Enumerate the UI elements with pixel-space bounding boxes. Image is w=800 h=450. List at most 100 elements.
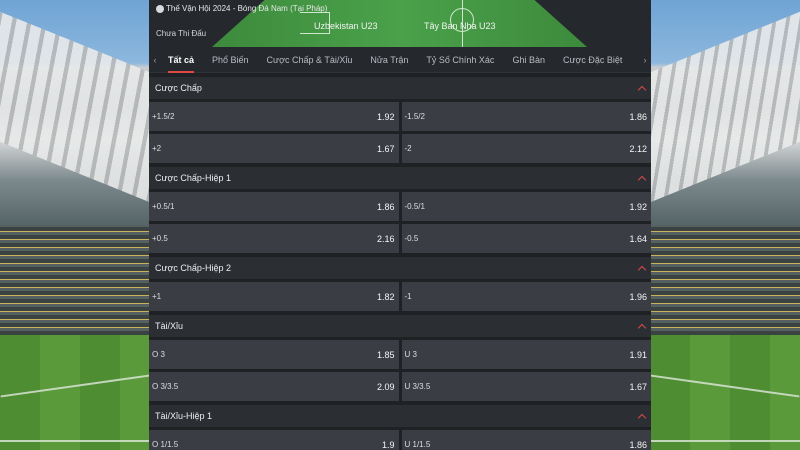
market-section-header[interactable]: Tài/Xỉu <box>149 315 651 337</box>
market-title: Tài/Xỉu-Hiệp 1 <box>155 411 213 421</box>
odds-row: +1.5/2 1.92 -1.5/2 1.86 <box>149 102 651 131</box>
odds-button[interactable]: O 1/1.5 1.9 <box>149 430 399 450</box>
odds-value: 1.9 <box>381 439 395 450</box>
odds-row: O 3/3.5 2.09 U 3/3.5 1.67 <box>149 372 651 401</box>
away-team: Tây Ban Nha U23 <box>424 21 496 31</box>
tab-item[interactable]: Ghi Bàn <box>503 47 554 73</box>
pitch-line <box>0 440 150 442</box>
odds-button[interactable]: O 3/3.5 2.09 <box>149 372 399 401</box>
odds-button[interactable]: +1.5/2 1.92 <box>149 102 399 131</box>
chevron-up-icon[interactable] <box>637 323 647 332</box>
odds-button[interactable]: U 1/1.5 1.86 <box>401 430 651 450</box>
odds-value: 1.67 <box>376 143 395 154</box>
tab-item[interactable]: Phổ Biến <box>203 47 258 73</box>
odds-row: +0.5/1 1.86 -0.5/1 1.92 <box>149 192 651 221</box>
odds-value: 1.91 <box>629 349 647 360</box>
tab-item[interactable]: Tất cả <box>159 47 203 73</box>
home-team: Uzbekistan U23 <box>314 21 378 31</box>
penalty-box-right <box>594 12 624 34</box>
selection-label: O 3/3.5 <box>152 382 179 391</box>
tab-item[interactable]: Nửa Trận <box>361 47 417 73</box>
odds-value: 1.64 <box>629 233 647 244</box>
stadium-left-side <box>0 0 150 450</box>
selection-label: +1.5/2 <box>152 112 175 121</box>
odds-button[interactable]: +0.5 2.16 <box>149 224 399 253</box>
selection-label: -1 <box>404 292 412 301</box>
stadium-pitch <box>650 335 800 450</box>
match-header: Thế Vận Hội 2024 - Bóng Đá Nam (Tại Pháp… <box>149 0 651 47</box>
odds-value: 1.82 <box>376 291 395 302</box>
competition-name: Thế Vận Hội 2024 - Bóng Đá Nam (Tại Pháp… <box>166 4 328 13</box>
selection-label: -0.5 <box>404 234 419 243</box>
odds-value: 1.96 <box>629 291 647 302</box>
tab-item[interactable]: Tỷ Số Chính Xác <box>417 47 503 73</box>
selection-label: -0.5/1 <box>404 202 425 211</box>
competition-title: Thế Vận Hội 2024 - Bóng Đá Nam (Tại Pháp… <box>156 4 327 13</box>
odds-value: 2.16 <box>376 233 395 244</box>
chevron-right-icon[interactable]: › <box>640 55 650 65</box>
odds-button[interactable]: -2 2.12 <box>401 134 651 163</box>
odds-button[interactable]: +2 1.67 <box>149 134 399 163</box>
odds-value: 2.12 <box>629 143 647 154</box>
chevron-up-icon[interactable] <box>637 175 647 184</box>
odds-value: 1.67 <box>629 381 647 392</box>
odds-button[interactable]: U 3 1.91 <box>401 340 651 369</box>
odds-value: 1.86 <box>629 111 647 122</box>
stadium-pitch <box>0 335 150 450</box>
odds-value: 1.92 <box>376 111 395 122</box>
odds-button[interactable]: O 3 1.85 <box>149 340 399 369</box>
odds-row: +1 1.82 -1 1.96 <box>149 282 651 311</box>
market-section-header[interactable]: Cược Chấp-Hiệp 2 <box>149 257 651 279</box>
stadium-roof <box>650 0 800 215</box>
competition-icon <box>156 4 164 13</box>
tab-item[interactable]: Cược Đặc Biệt <box>554 47 631 73</box>
market-section-header[interactable]: Cược Chấp <box>149 77 651 99</box>
market-title: Cược Chấp <box>155 83 202 93</box>
pitch-line <box>650 374 800 398</box>
chevron-up-icon[interactable] <box>637 85 647 94</box>
odds-value: 2.09 <box>376 381 395 392</box>
market-tabs: ‹ Tất cả Phổ Biến Cược Chấp & Tài/Xỉu Nửa T… <box>149 47 651 73</box>
selection-label: U 3/3.5 <box>404 382 431 391</box>
odds-row: O 1/1.5 1.9 U 1/1.5 1.86 <box>149 430 651 450</box>
odds-row: +2 1.67 -2 2.12 <box>149 134 651 163</box>
stadium-stands <box>650 225 800 335</box>
selection-label: U 3 <box>404 350 417 359</box>
odds-button[interactable]: -1 1.96 <box>401 282 651 311</box>
market-section-header[interactable]: Tài/Xỉu-Hiệp 1 <box>149 405 651 427</box>
selection-label: -1.5/2 <box>404 112 425 121</box>
odds-button[interactable]: -0.5/1 1.92 <box>401 192 651 221</box>
selection-label: O 3 <box>152 350 165 359</box>
odds-row: +0.5 2.16 -0.5 1.64 <box>149 224 651 253</box>
stadium-stands <box>0 225 150 335</box>
odds-button[interactable]: -0.5 1.64 <box>401 224 651 253</box>
selection-label: U 1/1.5 <box>404 440 431 449</box>
market-section-header[interactable]: Cược Chấp-Hiệp 1 <box>149 167 651 189</box>
pitch-line <box>650 440 800 442</box>
stadium-roof <box>0 0 150 215</box>
odds-button[interactable]: -1.5/2 1.86 <box>401 102 651 131</box>
market-title: Cược Chấp-Hiệp 1 <box>155 173 231 183</box>
market-title: Tài/Xỉu <box>155 321 184 331</box>
selection-label: +0.5 <box>152 234 168 243</box>
odds-row: O 3 1.85 U 3 1.91 <box>149 340 651 369</box>
odds-button[interactable]: +1 1.82 <box>149 282 399 311</box>
markets-list: Cược Chấp +1.5/2 1.92 -1.5/2 1.86 +2 1.67 -2 2.1… <box>149 77 651 450</box>
chevron-up-icon[interactable] <box>637 413 647 422</box>
market-title: Cược Chấp-Hiệp 2 <box>155 263 231 273</box>
pitch-line <box>0 374 150 398</box>
odds-value: 1.85 <box>376 349 395 360</box>
selection-label: O 1/1.5 <box>152 440 179 449</box>
odds-value: 1.86 <box>629 439 647 450</box>
selection-label: +2 <box>152 144 162 153</box>
selection-label: +0.5/1 <box>152 202 175 211</box>
betting-panel: Thế Vận Hội 2024 - Bóng Đá Nam (Tại Pháp… <box>149 0 651 450</box>
odds-button[interactable]: U 3/3.5 1.67 <box>401 372 651 401</box>
odds-button[interactable]: +0.5/1 1.86 <box>149 192 399 221</box>
odds-value: 1.92 <box>629 201 647 212</box>
stadium-right-side <box>650 0 800 450</box>
chevron-up-icon[interactable] <box>637 265 647 274</box>
tab-item[interactable]: Cược Chấp & Tài/Xỉu <box>258 47 362 73</box>
odds-value: 1.86 <box>376 201 395 212</box>
selection-label: -2 <box>404 144 412 153</box>
